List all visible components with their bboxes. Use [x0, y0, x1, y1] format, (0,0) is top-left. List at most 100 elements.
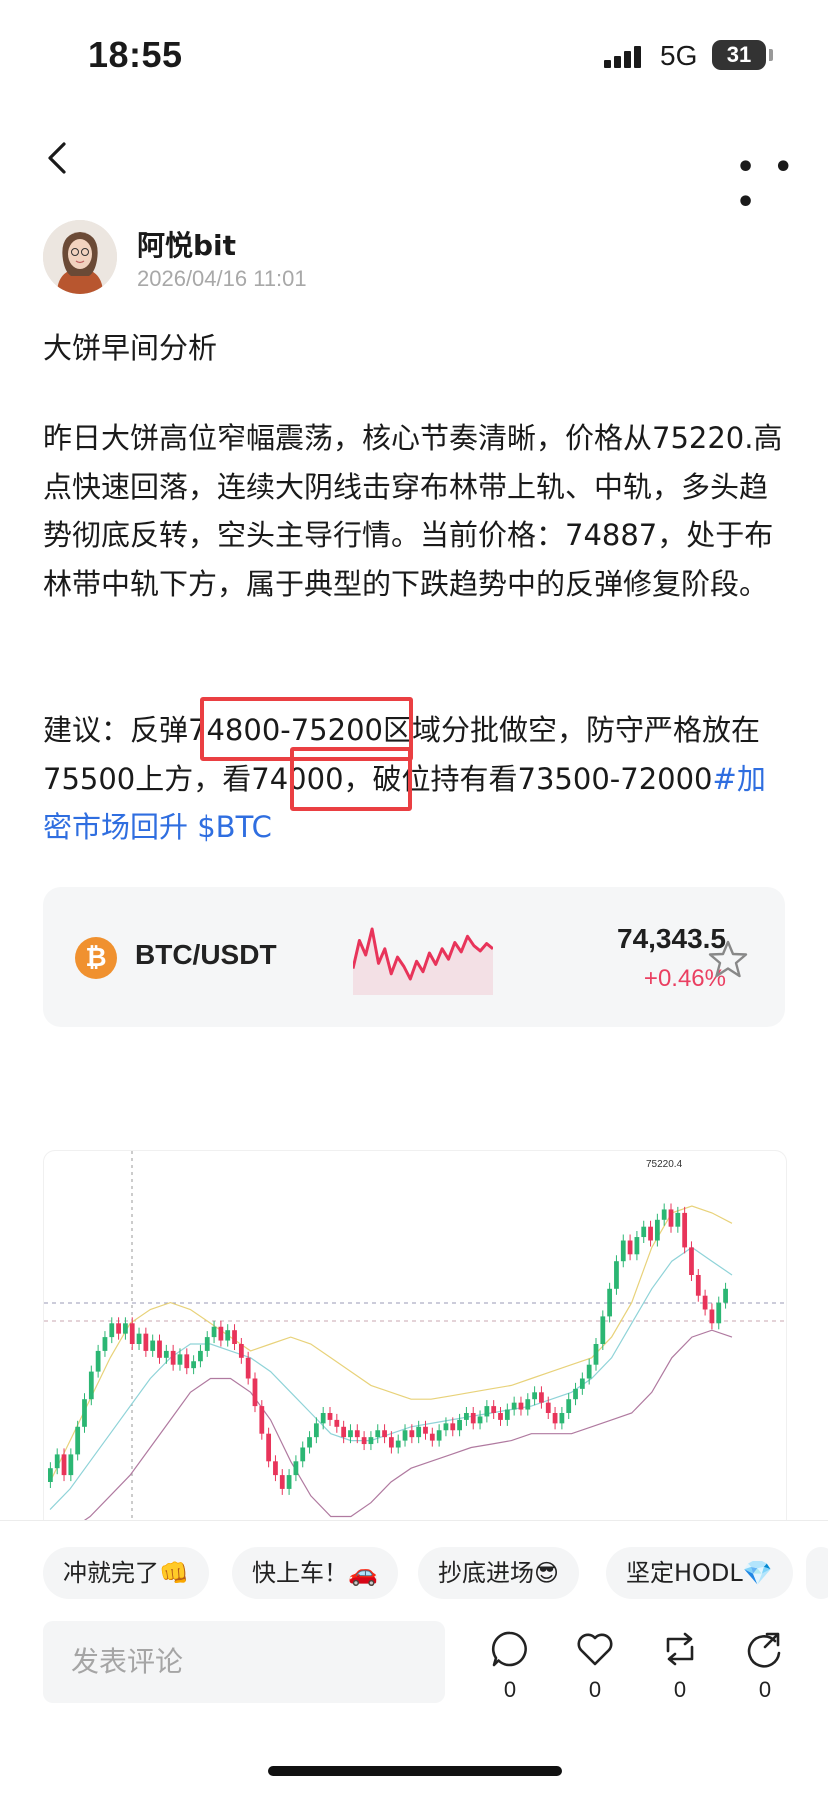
- post-paragraph: 昨日大饼高位窄幅震荡，核心节奏清晰，价格从75220.高点快速回落，连续大阴线击…: [43, 421, 783, 601]
- candle: [579, 1378, 585, 1389]
- candle: [450, 1423, 456, 1431]
- post-title: 大饼早间分析: [43, 331, 218, 365]
- candle: [423, 1426, 428, 1434]
- avatar[interactable]: [43, 220, 117, 294]
- more-options-icon[interactable]: • • •: [736, 150, 828, 220]
- quick-reaction-chip[interactable]: 快上车！🚗: [232, 1547, 398, 1599]
- candle: [477, 1416, 483, 1424]
- kline-chart: [44, 1151, 786, 1521]
- candle: [375, 1430, 381, 1438]
- candle: [191, 1361, 196, 1369]
- comment-input[interactable]: 发表评论: [43, 1621, 445, 1703]
- candle: [511, 1402, 517, 1410]
- highlight-box-target: [290, 747, 412, 811]
- candle: [293, 1461, 299, 1476]
- candle: [48, 1468, 53, 1482]
- candle: [368, 1437, 374, 1445]
- network-type: 5G: [660, 40, 698, 71]
- heart-icon: [577, 1633, 613, 1666]
- candle: [300, 1447, 306, 1462]
- candle: [88, 1371, 94, 1400]
- bollinger-lower-band: [82, 1329, 733, 1521]
- bitcoin-icon: ₿: [75, 937, 117, 979]
- comment-button[interactable]: 0: [485, 1629, 535, 1703]
- candle: [600, 1316, 606, 1344]
- kline-chart-image: 75220.4: [43, 1150, 787, 1521]
- candle: [607, 1288, 613, 1317]
- ticker-change: +0.46%: [643, 965, 726, 992]
- candle: [361, 1437, 367, 1445]
- quick-reaction-chip[interactable]: 冲就完了👊: [43, 1547, 209, 1599]
- candle: [382, 1430, 387, 1438]
- candle: [627, 1240, 633, 1255]
- candle: [689, 1247, 694, 1275]
- candle: [539, 1392, 544, 1403]
- signal-icon: [604, 46, 648, 68]
- candle: [545, 1402, 551, 1413]
- candle: [716, 1302, 722, 1324]
- candle: [327, 1413, 333, 1420]
- ticker-card[interactable]: ₿ BTC/USDT 74,343.5 +0.46%: [43, 887, 785, 1027]
- candle: [109, 1323, 115, 1338]
- candle: [150, 1340, 156, 1351]
- candle: [409, 1430, 415, 1438]
- candle: [238, 1344, 244, 1358]
- like-button[interactable]: 0: [570, 1629, 620, 1703]
- candle: [143, 1333, 149, 1351]
- candle: [320, 1413, 326, 1424]
- candle: [232, 1330, 237, 1344]
- post-timestamp: 2026/04/16 11:01: [137, 266, 307, 291]
- candle: [620, 1240, 626, 1262]
- candle: [279, 1475, 285, 1489]
- candle: [464, 1413, 469, 1420]
- comment-count: 0: [503, 1677, 517, 1702]
- advice-prefix: 建议：反弹: [43, 713, 189, 747]
- candle: [211, 1326, 217, 1338]
- candle: [682, 1212, 688, 1248]
- candle: [443, 1423, 449, 1431]
- candle: [218, 1326, 224, 1341]
- candle: [116, 1323, 121, 1334]
- share-count: 0: [758, 1677, 772, 1702]
- favorite-star-icon[interactable]: [708, 939, 748, 979]
- repost-icon: [666, 1632, 694, 1666]
- share-button[interactable]: 0: [740, 1629, 790, 1703]
- candle: [634, 1237, 640, 1255]
- candle: [313, 1423, 319, 1438]
- candle: [259, 1406, 265, 1434]
- candle: [82, 1399, 87, 1427]
- candle: [525, 1399, 531, 1410]
- candle: [68, 1454, 74, 1476]
- candle: [661, 1209, 667, 1220]
- candle: [334, 1419, 340, 1427]
- candle: [484, 1406, 490, 1417]
- candle: [129, 1323, 135, 1344]
- candle: [675, 1212, 681, 1227]
- candle: [416, 1426, 422, 1438]
- bottom-bar: 冲就完了👊 快上车！🚗 抄底进场😎 坚定HODL💎 发表评论 0 0 0 0: [0, 1520, 828, 1793]
- candle: [559, 1413, 565, 1424]
- repost-count: 0: [673, 1677, 687, 1702]
- candle: [586, 1364, 592, 1379]
- author-name[interactable]: 阿悦bit: [137, 224, 236, 264]
- candle: [75, 1426, 81, 1455]
- candle: [225, 1330, 231, 1341]
- candle: [695, 1275, 701, 1296]
- candle: [491, 1406, 497, 1413]
- candle: [54, 1454, 60, 1469]
- candle: [273, 1461, 278, 1476]
- quick-reaction-chip[interactable]: 抄底进场😎: [418, 1547, 580, 1599]
- candle: [648, 1226, 653, 1241]
- candle: [389, 1437, 394, 1448]
- quick-reaction-chip-partial[interactable]: [806, 1547, 828, 1599]
- candle: [593, 1344, 599, 1365]
- candle: [163, 1350, 169, 1358]
- candle: [95, 1350, 101, 1372]
- battery-tip: [769, 49, 773, 61]
- quick-reaction-chip[interactable]: 坚定HODL💎: [606, 1547, 793, 1599]
- repost-button[interactable]: 0: [655, 1629, 705, 1703]
- battery-icon: 31: [712, 40, 766, 70]
- candle: [395, 1440, 401, 1448]
- back-icon[interactable]: [40, 140, 76, 176]
- status-time: 18:55: [88, 34, 183, 75]
